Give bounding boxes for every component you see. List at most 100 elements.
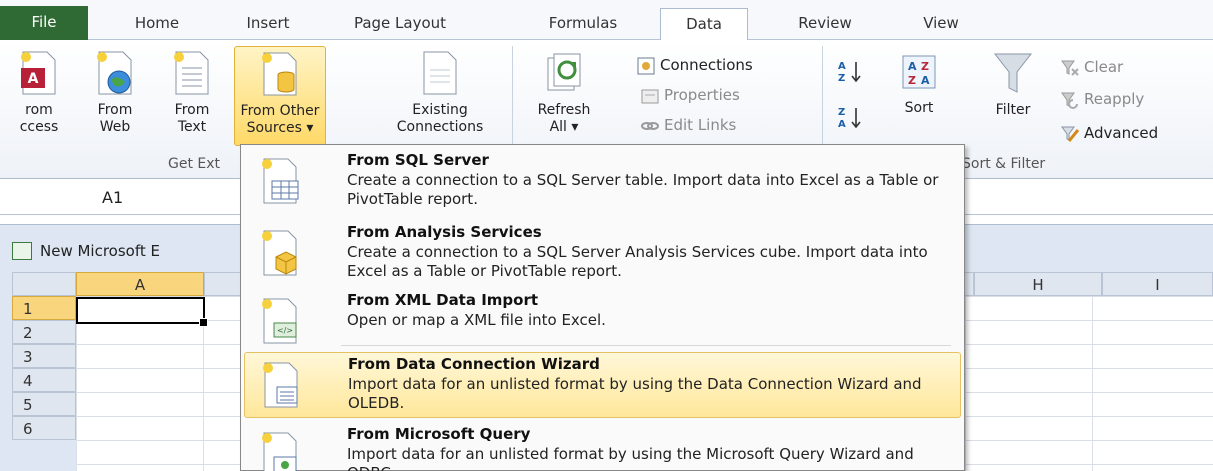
name-box[interactable]: A1 [10,185,240,211]
column-header-a[interactable]: A [76,272,204,296]
column-header-i[interactable]: I [1102,272,1213,296]
sort-ascending-icon: AZ [838,61,861,84]
menu-item-from-data-connection-wizard[interactable]: From Data Connection Wizard Import data … [244,352,961,418]
existing-label-1: Existing [412,102,468,118]
tab-page-layout[interactable]: Page Layout [330,8,470,40]
properties-icon [641,89,659,103]
analysis-cube-icon [262,230,297,276]
tab-insert[interactable]: Insert [228,8,308,40]
xml-file-icon: </> [262,298,297,344]
connections-icon [637,57,655,74]
menu-item-title: From Analysis Services [347,223,542,241]
menu-item-from-xml-data-import[interactable]: </> From XML Data Import Open or map a X… [244,289,961,349]
sort-button[interactable]: A Z Z A Sort [882,52,956,117]
properties-label: Properties [664,86,740,104]
clear-filter-button: Clear [1060,54,1123,80]
svg-text:Z: Z [838,107,845,118]
sort-dialog-icon: A Z Z A [902,55,936,89]
reapply-button: Reapply [1060,86,1144,112]
from-other-label-2: Sources ▾ [246,120,314,136]
data-connection-wizard-icon [263,362,298,408]
from-access-button[interactable]: A rom ccess [0,48,78,136]
tab-formulas[interactable]: Formulas [528,8,638,40]
clear-filter-icon [1061,60,1079,76]
group-label-sort-filter: Sort & Filter [962,156,1046,172]
reapply-filter-icon [1061,92,1078,109]
advanced-filter-icon [1061,126,1080,142]
from-access-label-2: ccess [19,119,59,135]
refresh-label-1: Refresh [537,102,591,118]
svg-text:Z: Z [921,60,929,73]
workbook-title-text: New Microsoft E [40,242,160,260]
menu-item-description: Import data for an unlisted format by us… [347,445,914,471]
menu-item-description: Create a connection to a SQL Server Anal… [347,243,928,280]
refresh-icon [547,53,581,91]
existing-connections-button[interactable]: Existing Connections [384,48,496,136]
menu-item-title: From Data Connection Wizard [348,355,600,373]
menu-item-title: From XML Data Import [347,291,539,309]
connections-label: Connections [660,56,753,74]
tab-data[interactable]: Data [660,8,748,41]
from-other-sources-menu: From SQL Server Create a connection to a… [240,144,965,471]
sort-descending-icon: ZA [838,107,861,130]
svg-text:Z: Z [838,73,845,84]
edit-links-label: Edit Links [664,116,737,134]
from-web-label-2: Web [99,119,131,135]
from-other-sources-button[interactable]: From Other Sources ▾ [234,46,326,146]
tab-home[interactable]: Home [112,8,202,40]
tab-file[interactable]: File [0,6,88,40]
from-text-button[interactable]: From Text [156,48,228,136]
menu-item-from-microsoft-query[interactable]: From Microsoft Query Import data for an … [244,423,961,471]
row-header-5[interactable]: 5 [12,392,76,416]
access-file-icon: A [21,51,56,95]
sort-z-to-a-button[interactable]: ZA [836,104,866,130]
tab-view[interactable]: View [906,8,976,40]
from-text-label-1: From [174,102,210,118]
active-cell-a1[interactable] [76,297,208,327]
properties-button: Properties [640,82,740,108]
row-header-3[interactable]: 3 [12,344,76,368]
text-file-icon [174,51,209,95]
menu-item-from-sql-server[interactable]: From SQL Server Create a connection to a… [244,149,961,217]
svg-text:</>: </> [277,326,293,335]
from-web-label-1: From [97,102,133,118]
row-header-2[interactable]: 2 [12,320,76,344]
column-header-h[interactable]: H [974,272,1102,296]
menu-item-title: From Microsoft Query [347,425,531,443]
menu-separator [341,345,951,346]
group-label-get-external-data: Get Ext [168,156,221,172]
refresh-all-button[interactable]: Refresh All ▾ [522,48,606,136]
sort-label: Sort [904,100,934,116]
filter-button[interactable]: Filter [976,50,1050,119]
microsoft-query-icon [262,432,297,471]
svg-text:A: A [28,71,39,87]
svg-text:Z: Z [908,74,916,87]
from-web-button[interactable]: From Web [80,48,150,136]
excel-workbook-icon [12,241,32,260]
advanced-filter-button[interactable]: Advanced [1060,120,1158,146]
row-header-6[interactable]: 6 [12,416,76,440]
from-text-label-2: Text [177,119,207,135]
filter-label: Filter [995,102,1031,118]
database-file-icon [262,52,297,96]
menu-item-from-analysis-services[interactable]: From Analysis Services Create a connecti… [244,221,961,289]
row-header-4[interactable]: 4 [12,368,76,392]
web-file-icon [97,51,132,95]
funnel-icon [993,53,1033,93]
menu-item-description: Open or map a XML file into Excel. [347,311,606,329]
menu-item-description: Create a connection to a SQL Server tabl… [347,171,939,208]
from-other-label-1: From Other [240,103,320,119]
menu-item-title: From SQL Server [347,151,489,169]
chain-link-icon [641,121,659,130]
select-all-corner[interactable] [12,272,76,296]
sort-a-to-z-button[interactable]: AZ [836,58,866,84]
tab-review[interactable]: Review [780,8,870,40]
svg-text:A: A [838,119,846,130]
existing-label-2: Connections [396,119,484,135]
row-header-1[interactable]: 1 [12,296,76,320]
existing-connections-icon [423,51,457,95]
svg-text:A: A [908,60,917,73]
connections-button[interactable]: Connections [636,52,753,78]
svg-text:A: A [921,74,930,87]
clear-label: Clear [1084,58,1124,76]
